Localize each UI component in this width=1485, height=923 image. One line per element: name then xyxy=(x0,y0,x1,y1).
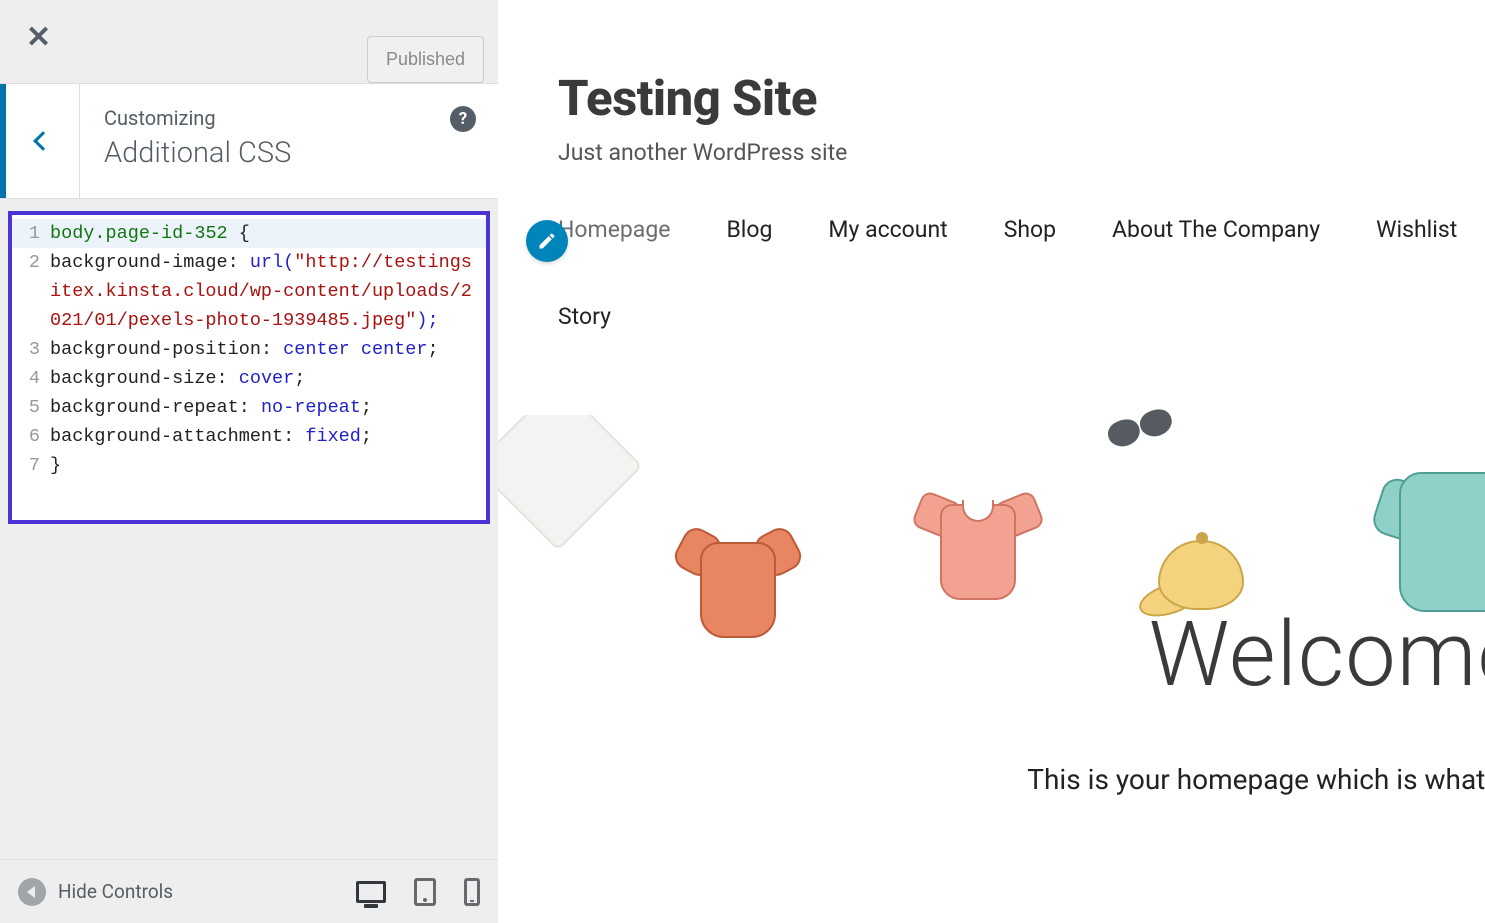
hero-section: Welcome This is your homepage which is w… xyxy=(498,392,1485,812)
code-text: background-position: center center; xyxy=(50,335,486,364)
code-line: 6 background-attachment: fixed; xyxy=(12,422,486,451)
site-preview: Testing Site Just another WordPress site… xyxy=(498,0,1485,923)
site-header: Testing Site Just another WordPress site xyxy=(498,0,1485,166)
panel-topbar: ✕ Published xyxy=(0,0,498,84)
code-text: background-repeat: no-repeat; xyxy=(50,393,486,422)
line-number: 2 xyxy=(12,248,50,335)
back-button[interactable] xyxy=(0,84,80,198)
primary-nav: Homepage Blog My account Shop About The … xyxy=(498,166,1458,330)
tablet-icon[interactable] xyxy=(414,878,436,906)
line-number: 4 xyxy=(12,364,50,393)
panel-header: Customizing Additional CSS ? xyxy=(0,84,498,199)
customizer-panel: ✕ Published Customizing Additional CSS ?… xyxy=(0,0,498,923)
decor-jacket xyxy=(1385,462,1485,622)
line-number: 6 xyxy=(12,422,50,451)
code-line: 4 background-size: cover; xyxy=(12,364,486,393)
site-tagline: Just another WordPress site xyxy=(558,139,1485,166)
desktop-icon[interactable] xyxy=(356,881,386,903)
decor-tshirt-red xyxy=(678,522,798,652)
chevron-left-icon xyxy=(33,131,53,151)
header-text: Customizing Additional CSS ? xyxy=(80,84,498,198)
css-editor[interactable]: 1 body.page-id-352 { 2 background-image:… xyxy=(8,211,490,524)
customizing-label: Customizing xyxy=(104,106,474,130)
line-number: 7 xyxy=(12,451,50,480)
line-number: 1 xyxy=(12,219,50,248)
code-text: body.page-id-352 { xyxy=(50,219,486,248)
code-text: background-size: cover; xyxy=(50,364,486,393)
nav-story[interactable]: Story xyxy=(558,303,611,330)
close-icon[interactable]: ✕ xyxy=(26,36,51,38)
decor-sunglasses xyxy=(1108,410,1188,460)
decor-tshirt-pink xyxy=(918,486,1038,616)
code-line: 2 background-image: url("http://testings… xyxy=(12,248,486,335)
code-line: 7 } xyxy=(12,451,486,480)
code-text: background-image: url("http://testingsit… xyxy=(50,248,486,335)
collapse-icon[interactable] xyxy=(18,878,46,906)
code-line: 1 body.page-id-352 { xyxy=(12,219,486,248)
pencil-icon xyxy=(537,231,557,251)
panel-footer: Hide Controls xyxy=(0,859,498,923)
hero-subtext: This is your homepage which is what most… xyxy=(1027,763,1485,796)
app-root: ✕ Published Customizing Additional CSS ?… xyxy=(0,0,1485,923)
nav-blog[interactable]: Blog xyxy=(726,216,772,243)
section-title: Additional CSS xyxy=(104,136,474,170)
code-text: background-attachment: fixed; xyxy=(50,422,486,451)
hero-heading: Welcome xyxy=(1149,602,1485,707)
line-number: 3 xyxy=(12,335,50,364)
phone-icon[interactable] xyxy=(464,878,480,906)
edit-shortcut-button[interactable] xyxy=(526,220,568,262)
line-number: 5 xyxy=(12,393,50,422)
decor-pillow xyxy=(498,392,643,551)
nav-home[interactable]: Homepage xyxy=(558,216,670,243)
publish-button[interactable]: Published xyxy=(367,36,484,83)
code-text: } xyxy=(50,451,486,480)
nav-wishlist[interactable]: Wishlist xyxy=(1376,216,1457,243)
nav-account[interactable]: My account xyxy=(828,216,947,243)
hide-controls-button[interactable]: Hide Controls xyxy=(58,880,173,903)
device-switcher xyxy=(356,878,480,906)
nav-shop[interactable]: Shop xyxy=(1004,216,1056,243)
help-icon[interactable]: ? xyxy=(450,106,476,132)
nav-about[interactable]: About The Company xyxy=(1112,216,1320,243)
code-line: 3 background-position: center center; xyxy=(12,335,486,364)
code-line: 5 background-repeat: no-repeat; xyxy=(12,393,486,422)
site-title: Testing Site xyxy=(558,70,1485,127)
